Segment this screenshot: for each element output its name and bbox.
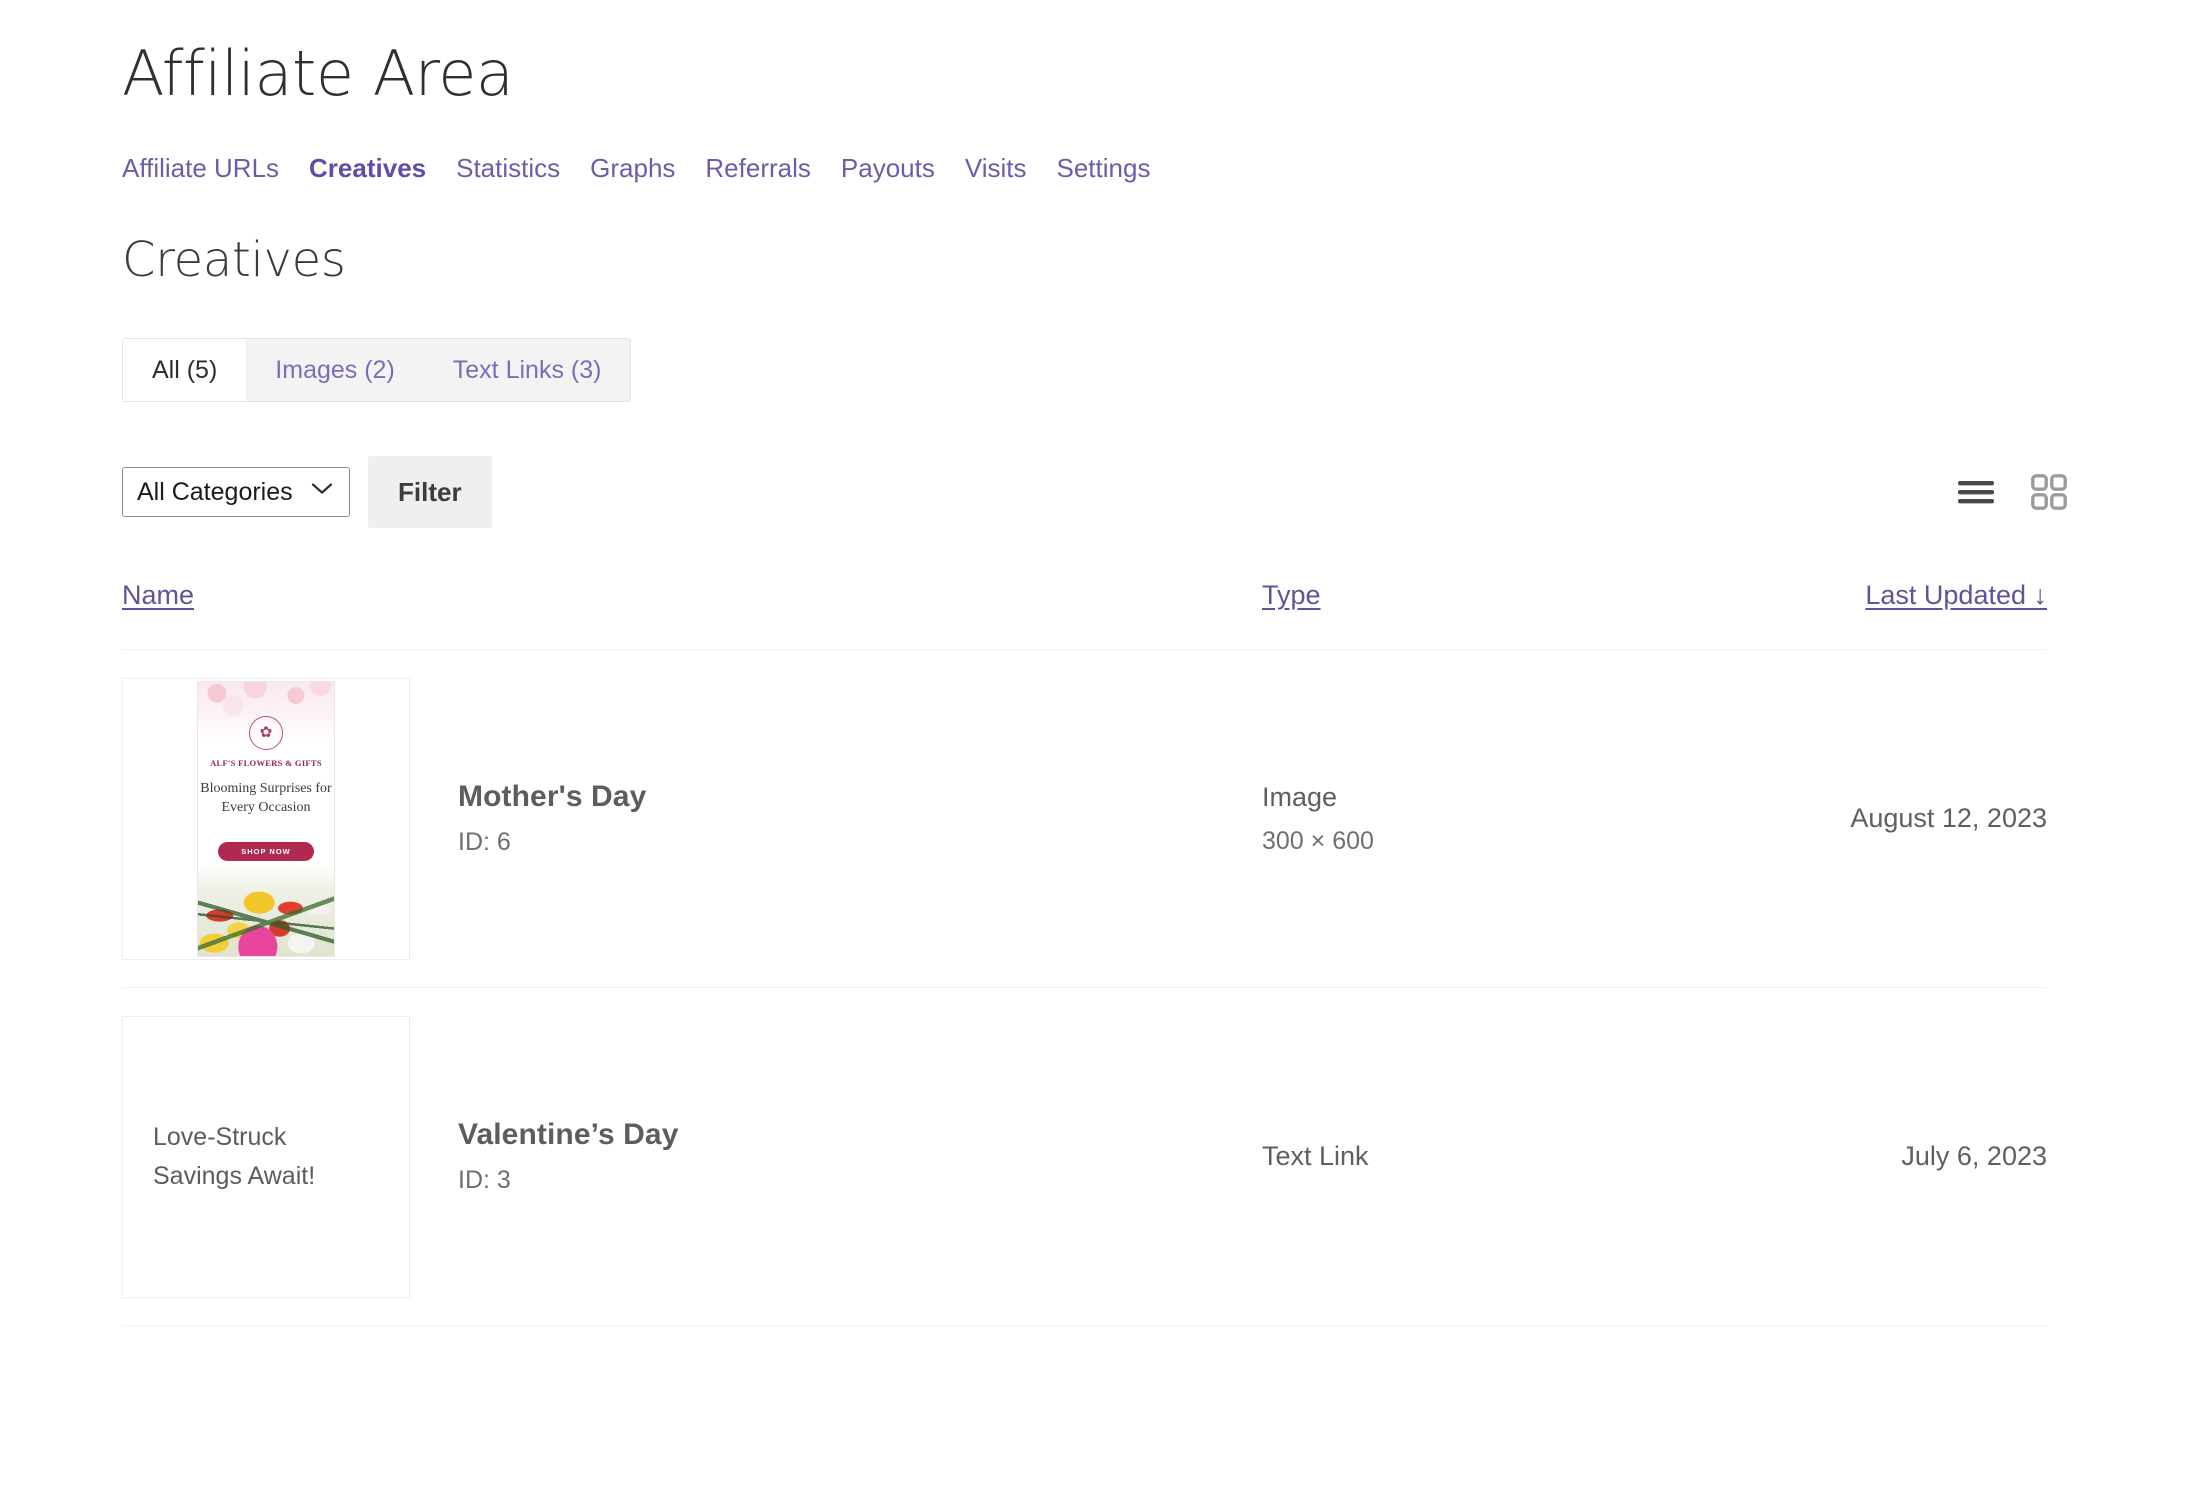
banner-headline: Blooming Surprises for Every Occasion [200, 780, 332, 815]
content-wrapper: Affiliate Area Affiliate URLs Creatives … [122, 0, 2067, 1327]
tab-images[interactable]: Images (2) [246, 339, 423, 401]
sort-link-name[interactable]: Name [122, 580, 194, 610]
page-title: Affiliate Area [122, 37, 514, 110]
banner-brand-text: ALF'S FLOWERS & GIFTS [210, 757, 322, 768]
nav-item-creatives[interactable]: Creatives [309, 153, 426, 184]
creative-type: Text Link [1262, 1141, 1369, 1172]
column-header-last-updated: Last Updated ↓ [1737, 580, 2047, 611]
grid-view-icon[interactable] [2031, 474, 2067, 511]
banner-artwork: ✿ ALF'S FLOWERS & GIFTS Blooming Surpris… [197, 680, 335, 957]
nav-item-statistics[interactable]: Statistics [456, 153, 560, 184]
creative-id: ID: 6 [458, 828, 511, 857]
name-block: Valentine’s Day ID: 3 [458, 1118, 679, 1195]
creative-type-tabs: All (5) Images (2) Text Links (3) [122, 338, 632, 403]
creative-name: Mother's Day [458, 780, 647, 814]
cell-last-updated: August 12, 2023 [1850, 803, 2047, 834]
table-row[interactable]: Love-Struck Savings Await! Valentine’s D… [122, 988, 2047, 1327]
filter-button[interactable]: Filter [368, 456, 492, 529]
creative-name: Valentine’s Day [458, 1118, 679, 1152]
creatives-table: Name Type Last Updated ↓ ✿ ALF'S FLOWERS… [122, 580, 2047, 1327]
nav-item-payouts[interactable]: Payouts [841, 153, 935, 184]
cell-type: Image 300 × 600 [1262, 782, 1737, 856]
sort-link-type[interactable]: Type [1262, 580, 1321, 610]
primary-nav: Affiliate URLs Creatives Statistics Grap… [122, 153, 2067, 184]
category-select[interactable]: All Categories [122, 467, 350, 518]
nav-item-affiliate-urls[interactable]: Affiliate URLs [122, 153, 279, 184]
column-header-name: Name [122, 580, 1262, 611]
filter-bar: All Categories Filter [122, 456, 2067, 529]
creative-thumbnail-image[interactable]: ✿ ALF'S FLOWERS & GIFTS Blooming Surpris… [122, 677, 410, 960]
nav-item-settings[interactable]: Settings [1057, 153, 1151, 184]
cell-name: ✿ ALF'S FLOWERS & GIFTS Blooming Surpris… [122, 677, 1262, 960]
column-header-type: Type [1262, 580, 1737, 611]
banner-stems [198, 885, 334, 956]
cell-name: Love-Struck Savings Await! Valentine’s D… [122, 1015, 1262, 1298]
sort-link-last-updated[interactable]: Last Updated ↓ [1865, 580, 2047, 610]
flower-monogram-icon: ✿ [249, 715, 283, 750]
view-toggle-group [1957, 474, 2067, 511]
list-view-icon[interactable] [1957, 478, 1995, 506]
banner-flowers-photo [198, 863, 334, 956]
table-header-row: Name Type Last Updated ↓ [122, 580, 2047, 651]
cell-last-updated: July 6, 2023 [1901, 1141, 2047, 1172]
affiliate-area-page: Affiliate Area Affiliate URLs Creatives … [0, 0, 2194, 1510]
creative-id: ID: 3 [458, 1166, 511, 1195]
name-block: Mother's Day ID: 6 [458, 780, 646, 857]
section-title: Creatives [122, 232, 346, 289]
creative-thumbnail-text[interactable]: Love-Struck Savings Await! [122, 1015, 410, 1298]
creative-type: Image [1262, 781, 1338, 812]
nav-item-visits[interactable]: Visits [965, 153, 1027, 184]
tab-all[interactable]: All (5) [123, 339, 247, 402]
creative-preview-text: Love-Struck Savings Await! [153, 1123, 316, 1190]
nav-item-graphs[interactable]: Graphs [590, 153, 675, 184]
cell-type: Text Link [1262, 1141, 1737, 1172]
nav-item-referrals[interactable]: Referrals [705, 153, 810, 184]
category-select-wrapper: All Categories [122, 467, 350, 518]
table-row[interactable]: ✿ ALF'S FLOWERS & GIFTS Blooming Surpris… [122, 650, 2047, 989]
creative-dimensions: 300 × 600 [1262, 826, 1374, 855]
tab-text-links[interactable]: Text Links (3) [424, 339, 631, 401]
banner-cta-button: SHOP NOW [218, 841, 314, 861]
